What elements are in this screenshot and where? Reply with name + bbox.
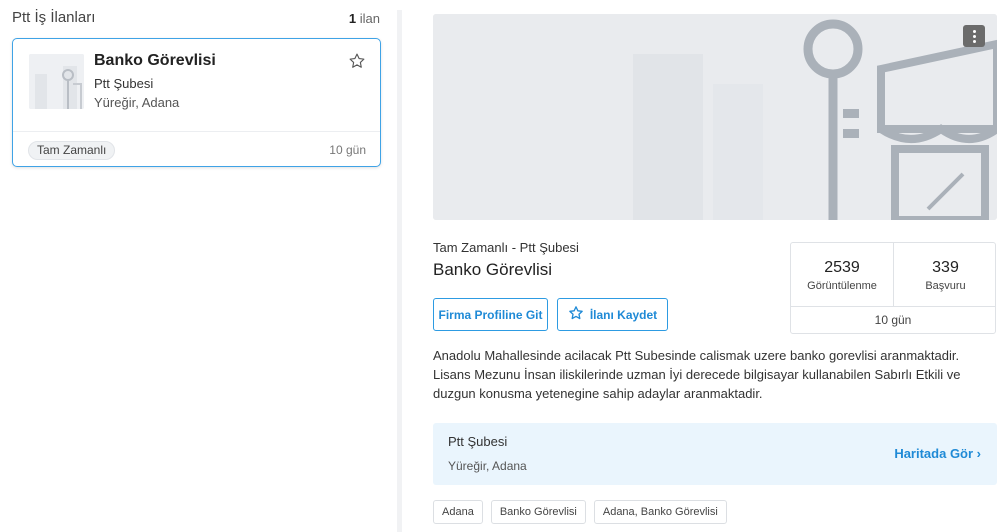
tag-list: Adana Banko Görevlisi Adana, Banko Görev…	[433, 500, 727, 524]
job-detail-title: Banko Görevlisi	[433, 260, 553, 279]
job-list-panel: Ptt İş İlanları 1 ilan Banko Görevlisi P…	[0, 0, 392, 532]
stats-days: 10 gün	[791, 306, 995, 334]
location-city: Yüreğir, Adana	[448, 459, 527, 473]
company-profile-button[interactable]: Firma Profiline Git	[433, 298, 548, 331]
star-icon[interactable]	[348, 52, 366, 70]
more-vertical-icon[interactable]	[963, 25, 985, 47]
applications-stat: 339 Başvuru	[894, 243, 997, 306]
job-list-title: Ptt İş İlanları	[12, 9, 96, 26]
location-box: Ptt Şubesi Yüreğir, Adana Haritada Gör ›	[433, 423, 997, 485]
location-company: Ptt Şubesi	[448, 434, 508, 449]
job-list-header: Ptt İş İlanları 1 ilan	[12, 9, 380, 29]
view-on-map-link[interactable]: Haritada Gör ›	[894, 446, 981, 461]
job-detail-subtitle: Tam Zamanlı - Ptt Şubesi	[433, 240, 579, 255]
job-card-days: 10 gün	[329, 143, 366, 157]
tag-item[interactable]: Adana	[433, 500, 483, 524]
star-icon	[568, 305, 584, 324]
applications-label: Başvuru	[925, 280, 966, 292]
company-thumbnail	[29, 54, 84, 109]
job-card[interactable]: Banko Görevlisi Ptt Şubesi Yüreğir, Adan…	[12, 38, 381, 167]
views-count: 2539	[824, 259, 860, 276]
tag-item[interactable]: Banko Görevlisi	[490, 500, 586, 524]
views-label: Görüntülenme	[807, 280, 877, 292]
card-divider	[13, 131, 380, 132]
job-description: Anadolu Mahallesinde acilacak Ptt Subesi…	[433, 348, 961, 401]
tag-item[interactable]: Adana, Banko Görevlisi	[593, 500, 727, 524]
job-card-location: Yüreğir, Adana	[94, 95, 180, 110]
job-list-count: 1 ilan	[348, 11, 380, 26]
job-card-company: Ptt Şubesi	[94, 76, 154, 91]
company-profile-button-label: Firma Profiline Git	[438, 307, 543, 322]
panel-separator	[397, 10, 402, 532]
job-card-title: Banko Görevlisi	[94, 52, 216, 69]
save-job-button-label: İlanı Kaydet	[589, 307, 658, 322]
job-type-badge: Tam Zamanlı	[28, 141, 116, 160]
applications-count: 339	[932, 259, 959, 276]
save-job-button[interactable]: İlanı Kaydet	[557, 298, 668, 331]
job-stats-box: 2539 Görüntülenme 339 Başvuru 10 gün	[790, 242, 996, 334]
company-banner	[433, 14, 997, 220]
views-stat: 2539 Görüntülenme	[791, 243, 894, 306]
